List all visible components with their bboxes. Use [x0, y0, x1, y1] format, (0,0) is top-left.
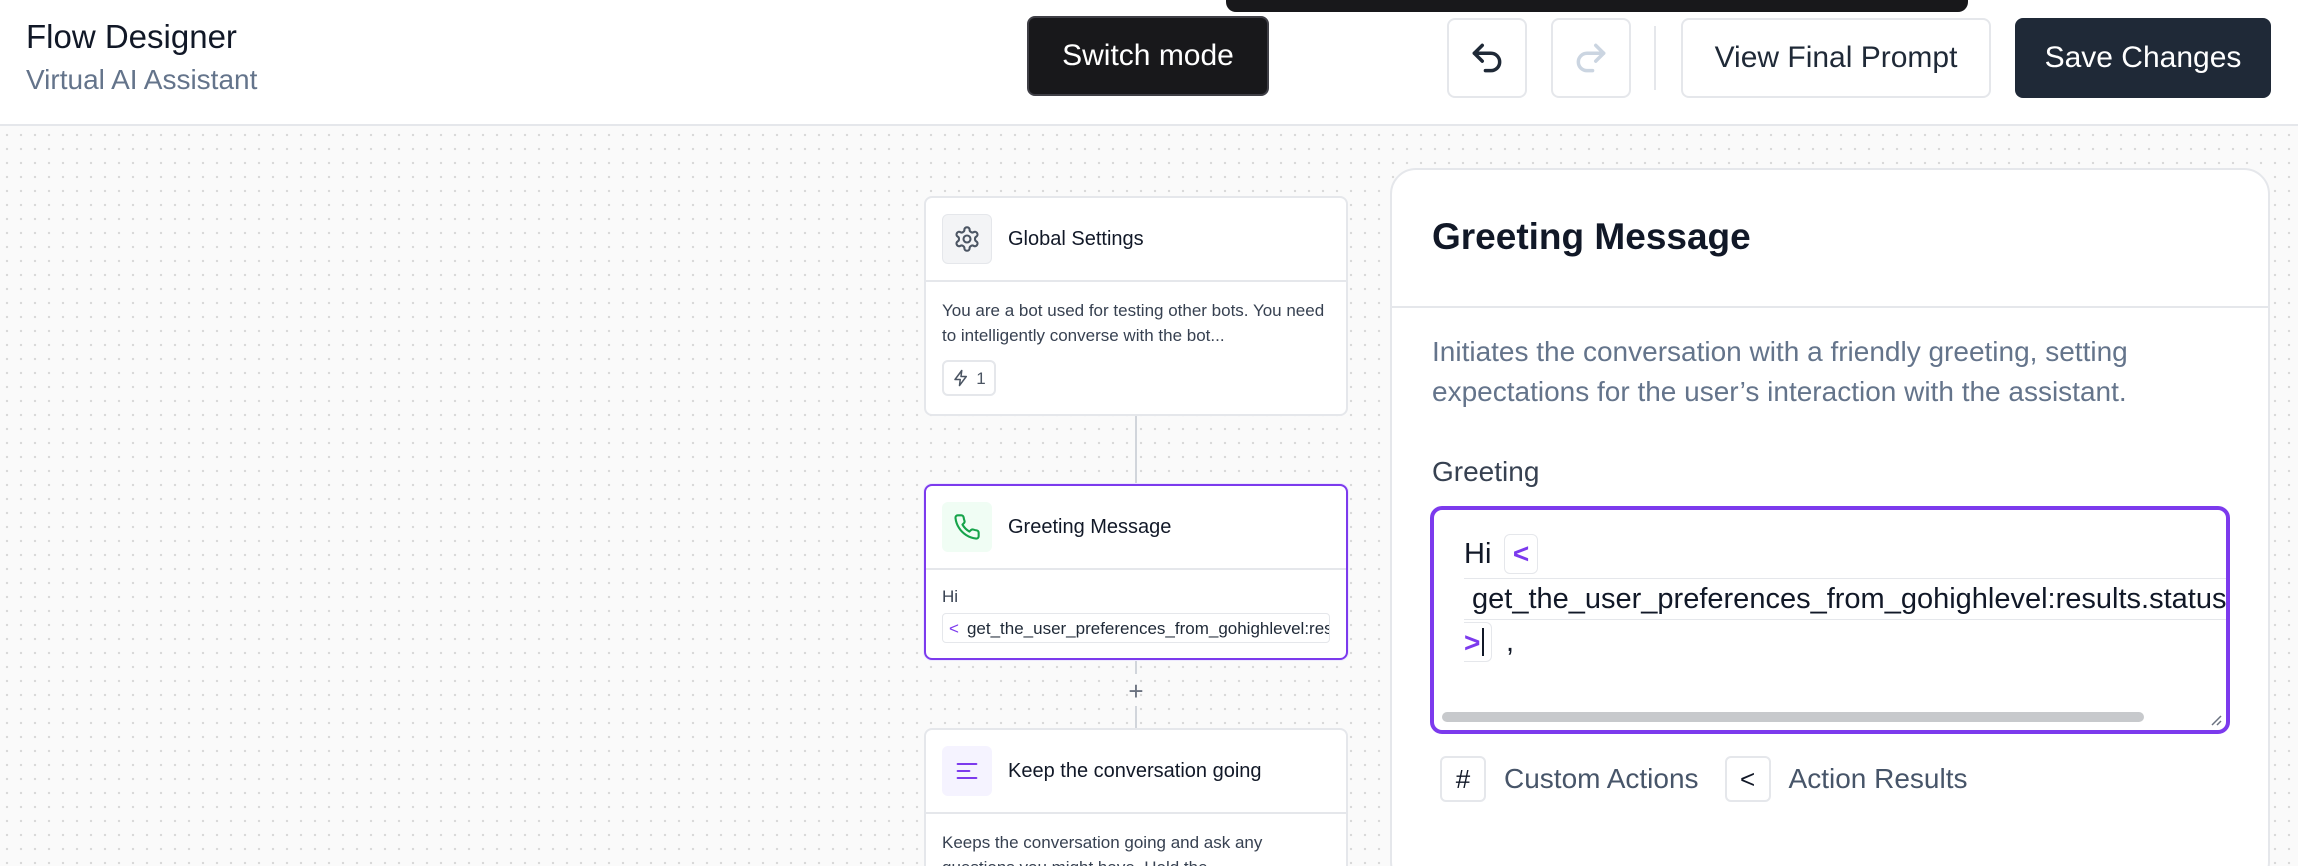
node-connector: [1135, 706, 1137, 728]
chip-open-bracket: <: [949, 618, 959, 638]
panel-divider: [1392, 306, 2268, 308]
node-body: Keeps the conversation going and ask any…: [926, 814, 1346, 866]
variable-chip-text[interactable]: get_the_user_preferences_from_gohighleve…: [1464, 578, 2226, 620]
action-results-label[interactable]: Action Results: [1789, 763, 1968, 795]
node-title: Greeting Message: [1008, 515, 1172, 538]
save-changes-button[interactable]: Save Changes: [2015, 18, 2271, 98]
panel-description: Initiates the conversation with a friend…: [1432, 336, 2128, 407]
node-header: Keep the conversation going: [926, 730, 1346, 814]
flow-node-greeting-message[interactable]: Greeting Message Hi < get_the_user_prefe…: [924, 484, 1348, 660]
redo-button[interactable]: [1551, 18, 1631, 98]
top-header: Flow Designer Virtual AI Assistant Switc…: [0, 0, 2298, 126]
variable-chip: < get_the_user_preferences_from_gohighle…: [942, 613, 1330, 643]
variable-chip-open[interactable]: <: [1504, 534, 1538, 574]
lines-icon: [956, 762, 978, 780]
editor-greeting-text: Hi: [1464, 538, 1492, 570]
toolbar-divider: [1654, 26, 1656, 90]
action-results-key[interactable]: <: [1724, 756, 1771, 802]
redo-icon: [1576, 43, 1606, 73]
node-connector: [1135, 660, 1137, 674]
custom-actions-key[interactable]: #: [1440, 756, 1486, 802]
undo-button[interactable]: [1447, 18, 1527, 98]
gear-icon: [955, 226, 979, 252]
top-toast-strip: [1226, 0, 1968, 12]
greeting-field-label: Greeting: [1432, 456, 1540, 487]
editor-horizontal-scrollbar[interactable]: [1442, 712, 2144, 722]
greeting-editor[interactable]: Hi < get_the_user_preferences_from_gohig…: [1430, 506, 2230, 734]
insert-tools: # Custom Actions < Action Results: [1440, 756, 1994, 802]
add-step-button[interactable]: +: [1124, 676, 1148, 706]
node-title: Global Settings: [1008, 227, 1144, 250]
lightning-icon: [954, 369, 968, 387]
flow-node-keep-conversation[interactable]: Keep the conversation going Keeps the co…: [924, 728, 1348, 866]
switch-mode-button[interactable]: Switch mode: [1027, 16, 1269, 96]
chip-variable-text: get_the_user_preferences_from_gohighleve…: [966, 618, 1329, 638]
resize-handle-icon[interactable]: [2206, 710, 2222, 726]
node-header: Greeting Message: [926, 486, 1346, 570]
node-editor-panel: Greeting Message Initiates the conversat…: [1390, 168, 2270, 866]
node-connector: [1135, 416, 1137, 484]
node-body: Hi < get_the_user_preferences_from_gohig…: [926, 570, 1346, 658]
node-greeting-text: Hi: [942, 587, 959, 606]
node-description: You are a bot used for testing other bot…: [942, 301, 1325, 345]
node-description: Keeps the conversation going and ask any…: [942, 833, 1263, 866]
node-body: You are a bot used for testing other bot…: [926, 282, 1346, 412]
node-title: Keep the conversation going: [1008, 759, 1262, 782]
phone-icon: [954, 514, 980, 540]
text-caret: [1482, 628, 1484, 656]
action-count-badge[interactable]: 1: [942, 360, 996, 396]
node-icon-box: [942, 502, 992, 552]
app-title: Flow Designer: [26, 18, 237, 55]
app-subtitle: Virtual AI Assistant: [26, 64, 258, 95]
view-final-prompt-button[interactable]: View Final Prompt: [1681, 18, 1991, 98]
badge-count: 1: [976, 368, 986, 388]
node-icon-box: [942, 214, 992, 264]
custom-actions-label[interactable]: Custom Actions: [1504, 763, 1699, 795]
node-header: Global Settings: [926, 198, 1346, 282]
variable-chip-close[interactable]: >: [1464, 622, 1492, 662]
node-icon-box: [942, 746, 992, 796]
flow-node-global-settings[interactable]: Global Settings You are a bot used for t…: [924, 196, 1348, 416]
editor-trailing-text: ,: [1506, 626, 1515, 658]
undo-icon: [1472, 43, 1502, 73]
panel-title: Greeting Message: [1432, 216, 1751, 257]
